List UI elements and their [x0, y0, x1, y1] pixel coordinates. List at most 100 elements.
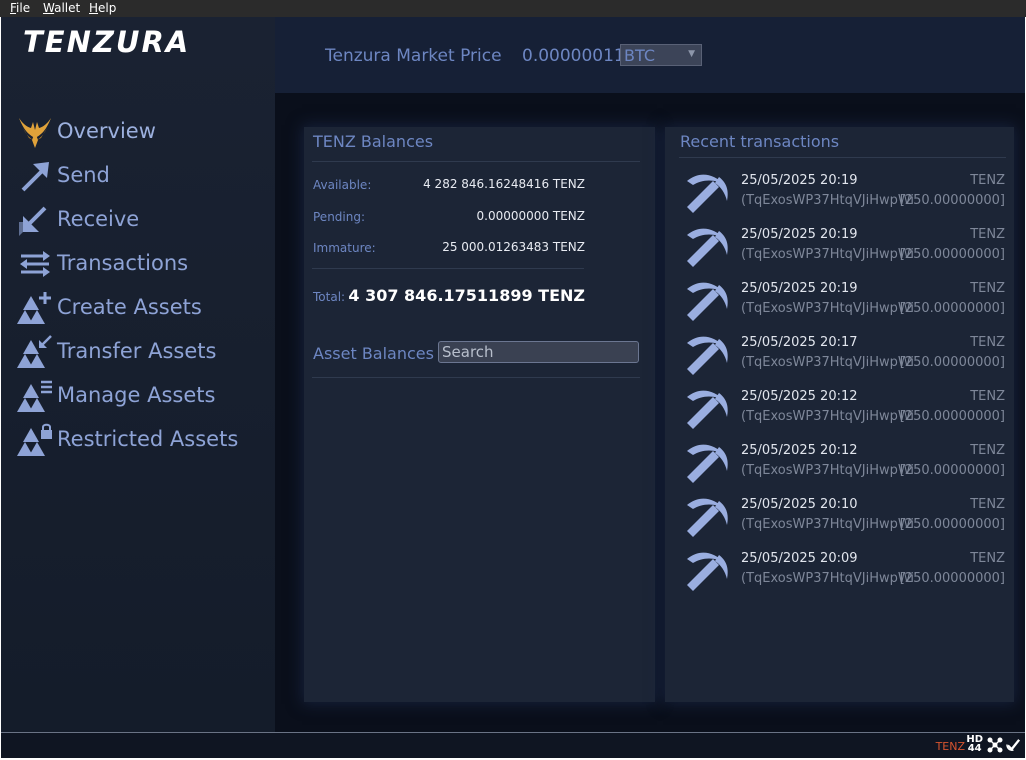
chevron-down-icon: ▼ — [688, 49, 695, 59]
mining-pickaxe-icon — [687, 174, 728, 213]
menu-file[interactable]: File — [10, 1, 30, 15]
nav-receive-label: Receive — [57, 207, 140, 231]
transaction-unit: TENZ — [970, 497, 1005, 512]
hd-bottom: 44 — [967, 743, 982, 754]
recent-transactions-panel: Recent transactions 25/05/2025 20:19 TENZ… — [665, 127, 1014, 702]
status-unit[interactable]: TENZ — [936, 740, 965, 753]
nav-create-assets-label: Create Assets — [57, 295, 202, 319]
transaction-address: (TqExosWP37HtqVJiHwpWi1j... — [741, 463, 916, 478]
mining-pickaxe-icon — [687, 390, 728, 429]
available-label: Available: — [313, 178, 372, 192]
arrow-down-left-icon — [19, 206, 47, 236]
recent-transactions-title: Recent transactions — [680, 132, 840, 151]
nav-manage-assets-label: Manage Assets — [57, 383, 216, 407]
transaction-amount: [250.00000000] — [899, 571, 1005, 586]
transaction-unit: TENZ — [970, 173, 1005, 188]
transaction-row[interactable]: 25/05/2025 20:12 TENZ (TqExosWP37HtqVJiHwp… — [665, 437, 1013, 491]
nav-restricted-assets-label: Restricted Assets — [57, 427, 239, 451]
menu-help[interactable]: Help — [89, 1, 116, 15]
menu-wallet[interactable]: Wallet — [43, 1, 80, 15]
transaction-row[interactable]: 25/05/2025 20:19 TENZ (TqExosWP37HtqVJiHwp… — [665, 275, 1013, 329]
pending-label: Pending: — [313, 210, 366, 224]
immature-label: Immature: — [313, 241, 376, 255]
transaction-address: (TqExosWP37HtqVJiHwpWi1j... — [741, 247, 916, 262]
divider — [312, 268, 584, 269]
pending-value[interactable]: 0.00000000 TENZ — [477, 209, 585, 223]
nav-transactions-label: Transactions — [57, 251, 189, 275]
divider — [312, 377, 640, 378]
transaction-unit: TENZ — [970, 389, 1005, 404]
nav-transfer-assets[interactable]: Transfer Assets — [17, 334, 267, 370]
tenzura-logo-icon — [19, 118, 51, 148]
mining-pickaxe-icon — [687, 552, 728, 591]
mining-pickaxe-icon — [687, 498, 728, 537]
nav-transfer-assets-label: Transfer Assets — [57, 339, 217, 363]
transaction-date: 25/05/2025 20:19 — [741, 281, 858, 296]
nav-overview-label: Overview — [57, 119, 156, 143]
asset-add-icon — [17, 292, 51, 324]
transaction-unit: TENZ — [970, 335, 1005, 350]
total-value[interactable]: 4 307 846.17511899 TENZ — [348, 286, 585, 305]
balances-title: TENZ Balances — [313, 132, 434, 151]
mining-pickaxe-icon — [687, 282, 728, 321]
available-value[interactable]: 4 282 846.16248416 TENZ — [423, 177, 585, 191]
transaction-date: 25/05/2025 20:12 — [741, 389, 858, 404]
transaction-row[interactable]: 25/05/2025 20:19 TENZ (TqExosWP37HtqVJiHwp… — [665, 221, 1013, 275]
nav-manage-assets[interactable]: Manage Assets — [17, 378, 267, 414]
transaction-amount: [250.00000000] — [899, 409, 1005, 424]
market-price-value: 0.00000011 — [522, 46, 625, 66]
arrow-up-right-icon — [21, 162, 49, 192]
mining-pickaxe-icon — [687, 228, 728, 267]
asset-lock-icon — [17, 423, 52, 456]
nav-overview[interactable]: Overview — [17, 114, 267, 150]
nav-receive[interactable]: Receive — [17, 202, 267, 238]
sidebar: TENZURA Overview Send Receive Transactio… — [1, 17, 275, 732]
market-price-label: Tenzura Market Price — [325, 46, 502, 66]
asset-manage-icon — [17, 380, 52, 412]
asset-search-input[interactable] — [438, 341, 639, 363]
transaction-date: 25/05/2025 20:17 — [741, 335, 858, 350]
hd-wallet-icon: HD 44 — [966, 735, 983, 754]
asset-transfer-icon — [17, 335, 52, 368]
transaction-amount: [250.00000000] — [899, 517, 1005, 532]
header-bar: Tenzura Market Price 0.00000011 BTC ▼ — [275, 17, 1025, 93]
nav-create-assets[interactable]: Create Assets — [17, 290, 267, 326]
nav-transactions[interactable]: Transactions — [17, 246, 267, 282]
transaction-date: 25/05/2025 20:09 — [741, 551, 858, 566]
tenzura-logo: TENZURA — [23, 25, 191, 59]
transaction-address: (TqExosWP37HtqVJiHwpWi1j... — [741, 409, 916, 424]
asset-balances-title: Asset Balances — [313, 344, 434, 363]
nav-send[interactable]: Send — [17, 158, 267, 194]
synced-check-icon[interactable] — [1006, 737, 1021, 752]
transaction-address: (TqExosWP37HtqVJiHwpWi1j... — [741, 517, 916, 532]
total-label: Total: — [313, 290, 346, 304]
transaction-unit: TENZ — [970, 443, 1005, 458]
currency-selected: BTC — [624, 46, 655, 65]
overview-main: TENZ Balances Available: 4 282 846.16248… — [275, 93, 1025, 732]
status-bar: TENZ HD 44 — [1, 732, 1025, 758]
transaction-address: (TqExosWP37HtqVJiHwpWi1j... — [741, 193, 916, 208]
transaction-row[interactable]: 25/05/2025 20:17 TENZ (TqExosWP37HtqVJiHwp… — [665, 329, 1013, 383]
network-icon[interactable] — [987, 737, 1003, 753]
transaction-row[interactable]: 25/05/2025 20:19 TENZ (TqExosWP37HtqVJiHwp… — [665, 167, 1013, 221]
balances-panel: TENZ Balances Available: 4 282 846.16248… — [304, 127, 655, 702]
transaction-unit: TENZ — [970, 551, 1005, 566]
transaction-row[interactable]: 25/05/2025 20:12 TENZ (TqExosWP37HtqVJiHwp… — [665, 383, 1013, 437]
transaction-amount: [250.00000000] — [899, 247, 1005, 262]
transaction-amount: [250.00000000] — [899, 355, 1005, 370]
wallet-window: TENZURA Overview Send Receive Transactio… — [1, 17, 1025, 758]
nav-restricted-assets[interactable]: Restricted Assets — [17, 422, 267, 458]
nav-send-label: Send — [57, 163, 110, 187]
immature-value[interactable]: 25 000.01263483 TENZ — [442, 240, 585, 254]
transaction-date: 25/05/2025 20:19 — [741, 173, 858, 188]
transaction-date: 25/05/2025 20:19 — [741, 227, 858, 242]
transaction-unit: TENZ — [970, 227, 1005, 242]
transaction-row[interactable]: 25/05/2025 20:10 TENZ (TqExosWP37HtqVJiHwp… — [665, 491, 1013, 545]
currency-select[interactable]: BTC ▼ — [620, 44, 702, 66]
transfer-arrows-icon — [20, 251, 50, 277]
mining-pickaxe-icon — [687, 444, 728, 483]
transaction-row[interactable]: 25/05/2025 20:09 TENZ (TqExosWP37HtqVJiHwp… — [665, 545, 1013, 599]
mining-pickaxe-icon — [687, 336, 728, 375]
transaction-address: (TqExosWP37HtqVJiHwpWi1j... — [741, 301, 916, 316]
transaction-address: (TqExosWP37HtqVJiHwpWi1j... — [741, 571, 916, 586]
